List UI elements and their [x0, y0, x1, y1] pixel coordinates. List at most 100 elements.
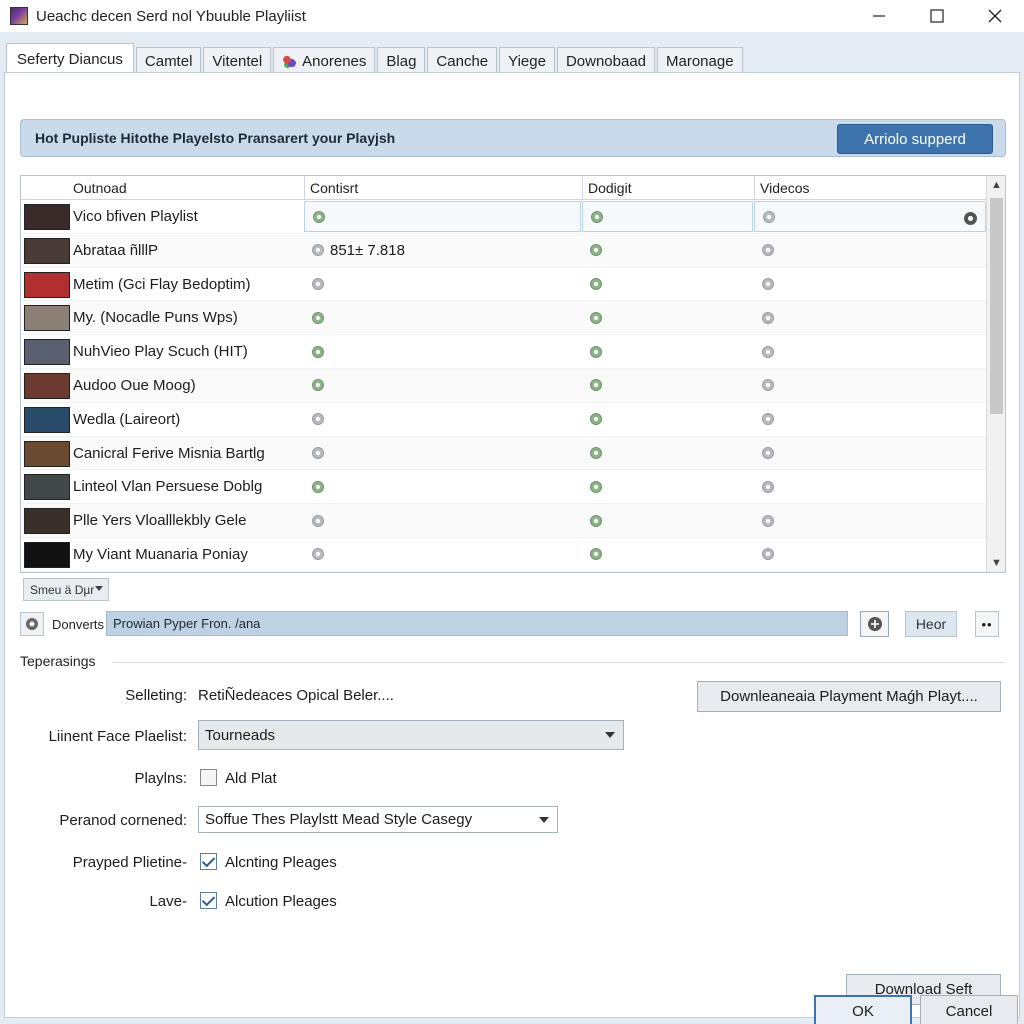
cell-videcos [754, 505, 986, 536]
scroll-down-icon[interactable]: ▼ [987, 554, 1005, 572]
cell-videcos [754, 235, 986, 266]
ok-button[interactable]: OK [814, 995, 912, 1024]
convert-row: Donverts Prowian Pyper Fron. /ana Heor •… [20, 611, 1004, 637]
tab-label: Seferty Diancus [17, 50, 123, 68]
table-row[interactable]: Audoo Oue Moog) [21, 368, 987, 403]
cell-dodigit [582, 336, 753, 367]
tab-yiege[interactable]: Yiege [499, 47, 555, 74]
video-thumbnail [24, 339, 70, 366]
tab-label: Yiege [508, 52, 546, 70]
section-title: Teperasings [20, 653, 96, 669]
column-header-outnoad[interactable]: Outnoad [73, 176, 127, 200]
minimize-icon [873, 15, 885, 17]
column-header-contisrt[interactable]: Contisrt [310, 176, 358, 200]
info-icon[interactable] [964, 212, 977, 225]
column-divider[interactable] [582, 176, 583, 200]
more-button[interactable]: •• [975, 611, 999, 637]
cell-dodigit [582, 471, 753, 502]
column-divider[interactable] [754, 176, 755, 200]
table-row[interactable]: My Viant Muanaria Poniay [21, 538, 987, 572]
video-thumbnail [24, 372, 70, 399]
status-dot-icon [590, 345, 602, 358]
convert-field[interactable]: Prowian Pyper Fron. /ana [106, 611, 848, 636]
cell-dodigit [582, 269, 753, 300]
hear-button[interactable]: Heor [905, 611, 957, 637]
grapes-icon [282, 54, 297, 68]
column-header-videcos[interactable]: Videcos [760, 176, 810, 200]
cell-contisrt [304, 302, 581, 333]
table-row[interactable]: My. (Nocadle Puns Wps) [21, 301, 987, 336]
banner-button[interactable]: Arriolo supperd [837, 124, 993, 154]
row-title: NuhVieo Play Scuch (HIT) [73, 343, 248, 361]
cancel-button[interactable]: Cancel [920, 995, 1018, 1024]
row-title: My Viant Muanaria Poniay [73, 545, 248, 563]
status-dot-icon [312, 311, 324, 324]
video-thumbnail [24, 305, 70, 332]
status-dot-icon [762, 345, 774, 358]
table-header: Outnoad Contisrt Dodigit Videcos [21, 176, 987, 200]
tab-maronage[interactable]: Maronage [657, 47, 743, 74]
tab-anorenes[interactable]: Anorenes [273, 47, 376, 74]
cell-dodigit [582, 438, 753, 469]
info-banner: Hot Pupliste Hitothe Playelsto Pransarer… [20, 119, 1006, 157]
table-row[interactable]: NuhVieo Play Scuch (HIT) [21, 335, 987, 369]
cell-videcos [754, 302, 986, 333]
row-title: Canicral Ferive Misnia Bartlg [73, 444, 265, 462]
row-title: Metim (Gci Flay Bedoptim) [73, 275, 251, 293]
status-dot-icon [312, 548, 324, 561]
cell-videcos [754, 404, 986, 435]
table-row[interactable]: Wedla (Laireort) [21, 403, 987, 437]
table-row[interactable]: Canicral Ferive Misnia Bartlg [21, 436, 987, 471]
cell-contisrt [304, 201, 581, 232]
status-dot-icon [312, 413, 324, 426]
cell-contisrt [304, 336, 581, 367]
tab-label: Maronage [666, 52, 734, 70]
video-thumbnail [24, 440, 70, 467]
status-dot-icon [762, 278, 774, 291]
table-row[interactable]: Metim (Gci Flay Bedoptim) [21, 268, 987, 302]
vertical-scrollbar[interactable]: ▲ ▼ [986, 176, 1005, 572]
table-row[interactable]: Abratаa ñlllP 851± 7.818 [21, 233, 987, 268]
lave-value: Alcution Pleages [225, 893, 337, 910]
cell-contisrt [304, 505, 581, 536]
scroll-up-icon[interactable]: ▲ [987, 176, 1005, 194]
column-header-dodigit[interactable]: Dodigit [588, 176, 632, 200]
tab-blag[interactable]: Blag [377, 47, 426, 74]
table-row[interactable]: Vico bfiven Playlist [21, 200, 987, 234]
close-button[interactable] [966, 0, 1024, 32]
status-dot-icon [762, 311, 774, 324]
row-title: Audoo Oue Moog) [73, 376, 196, 394]
minimize-button[interactable] [850, 0, 908, 32]
cell-videcos [754, 201, 986, 232]
tab-seferty-diancus[interactable]: Seferty Diancus [6, 43, 134, 74]
tab-camtel[interactable]: Camtel [135, 47, 202, 74]
linient-select[interactable]: Tourneads [198, 720, 624, 750]
convert-icon[interactable] [20, 612, 44, 636]
add-button[interactable] [860, 611, 889, 637]
table-body: Vico bfiven Playlist Abratаa ñlllP 851± 7.… [21, 200, 987, 572]
linient-label: Liinent Face Plaelist: [48, 728, 187, 745]
record-icon [26, 618, 38, 630]
table-row[interactable]: Linteol Vlan Persuese Doblg [21, 470, 987, 505]
maximize-button[interactable] [908, 0, 966, 32]
tab-vitentel[interactable]: Vitentel [203, 47, 272, 74]
status-dot-icon [590, 480, 602, 493]
status-dot-icon [762, 447, 774, 460]
column-divider[interactable] [304, 176, 305, 200]
peranod-select[interactable]: Soffue Thes Playlstt Mead Style Casegy [198, 806, 558, 833]
tab-canche[interactable]: Canche [427, 47, 498, 74]
tab-downobaad[interactable]: Downobaad [556, 47, 655, 74]
title-bar: Ueachc decen Serd nol Ybuuble Playliist [0, 0, 1024, 32]
chevron-down-icon [539, 817, 549, 823]
cell-dodigit [582, 235, 753, 266]
status-dot-icon [762, 480, 774, 493]
download-playlist-button[interactable]: Downleaneaia Playment Maǵh Playt.... [697, 681, 1001, 712]
maximize-icon [930, 9, 944, 23]
cell-contisrt [304, 438, 581, 469]
prayped-checkbox[interactable] [200, 853, 217, 870]
status-dot-icon [763, 210, 775, 223]
small-dropdown[interactable]: Smeu ä Dµr [23, 578, 109, 601]
scrollbar-thumb[interactable] [990, 198, 1003, 414]
lave-checkbox[interactable] [200, 892, 217, 909]
table-row[interactable]: Plle Yers Vloalllekbly Gele [21, 504, 987, 538]
